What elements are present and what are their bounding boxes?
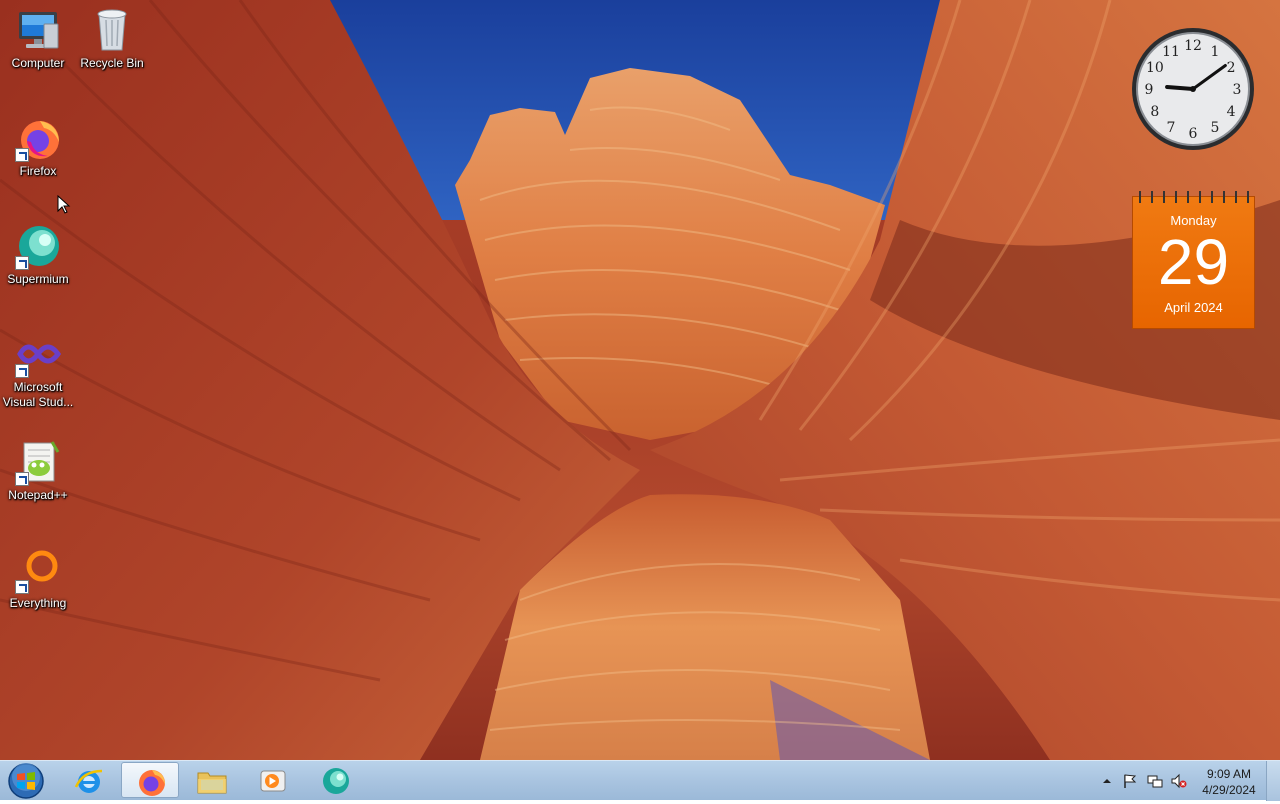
desktop-icon-label: Firefox — [19, 164, 57, 178]
mouse-cursor-icon — [57, 195, 71, 214]
taskbar-date: 4/29/2024 — [1202, 783, 1256, 797]
windows-logo-icon — [8, 763, 44, 799]
desktop-icon-label: Recycle Bin — [80, 56, 144, 70]
desktop-icon-label: Computer — [11, 56, 65, 70]
folder-icon — [197, 772, 227, 794]
visual-studio-icon — [14, 330, 62, 378]
clock-numeral: 1 — [1211, 44, 1220, 60]
calendar-month-year: April 2024 — [1164, 300, 1223, 315]
analog-clock-face: 12 12 3 45678 9 1011 — [1132, 28, 1254, 150]
recycle-bin-icon — [88, 6, 136, 54]
clock-numeral: 8 — [1150, 104, 1159, 120]
taskbar-clock[interactable]: 9:09 AM 4/29/2024 — [1196, 766, 1262, 798]
taskbar-firefox[interactable] — [121, 762, 179, 798]
clock-gadget[interactable]: 12 1 2 3 4 5 6 7 8 9 10 11 — [1130, 26, 1256, 152]
taskbar: 9:09 AM 4/29/2024 — [0, 760, 1280, 801]
shortcut-arrow-icon — [15, 472, 29, 486]
clock-numeral: 11 — [1162, 44, 1180, 60]
desktop-wallpaper — [0, 0, 1280, 760]
calendar-day-number: 29 — [1157, 226, 1230, 298]
desktop-icon-everything[interactable]: Everything — [0, 546, 76, 611]
taskbar-time: 9:09 AM — [1206, 767, 1252, 781]
taskbar-media-player[interactable] — [244, 762, 302, 798]
clock-numeral: 4 — [1227, 104, 1236, 120]
supermium-icon — [323, 768, 349, 794]
show-hidden-icons-icon[interactable] — [1099, 773, 1115, 789]
clock-numeral: 2 — [1227, 60, 1236, 76]
notepadpp-icon — [14, 438, 62, 486]
ie-icon — [74, 769, 103, 793]
computer-icon — [14, 6, 62, 54]
calendar-rings — [1133, 191, 1254, 203]
desktop-icon-computer[interactable]: Computer — [0, 6, 76, 71]
supermium-icon — [14, 222, 62, 270]
desktop-icon-supermium[interactable]: Supermium — [0, 222, 76, 287]
taskbar-file-explorer[interactable] — [183, 762, 241, 798]
clock-numeral: 9 — [1145, 82, 1154, 98]
desktop-icon-visual-studio[interactable]: Microsoft Visual Stud... — [0, 330, 76, 410]
desktop-icon-label: Everything — [9, 596, 67, 610]
desktop-icon-label: Microsoft Visual Stud... — [2, 380, 74, 409]
action-center-flag-icon[interactable] — [1122, 773, 1138, 789]
volume-muted-icon[interactable] — [1171, 773, 1187, 789]
shortcut-arrow-icon — [15, 580, 29, 594]
taskbar-internet-explorer[interactable] — [60, 762, 118, 798]
taskbar-supermium[interactable] — [307, 762, 365, 798]
clock-numeral: 5 — [1211, 120, 1220, 136]
clock-numeral: 6 — [1189, 126, 1198, 142]
everything-icon — [14, 546, 62, 594]
desktop-icon-label: Supermium — [7, 272, 69, 286]
desktop-icon-notepadpp[interactable]: Notepad++ — [0, 438, 76, 503]
desktop-icon-label: Notepad++ — [8, 488, 68, 502]
clock-numeral: 12 — [1184, 38, 1202, 54]
clock-numeral: 10 — [1146, 60, 1164, 76]
media-player-icon — [260, 770, 286, 792]
calendar-gadget[interactable]: Monday 29 April 2024 — [1132, 191, 1255, 329]
clock-numeral: 7 — [1167, 120, 1176, 136]
desktop-icon-firefox[interactable]: Firefox — [0, 114, 76, 179]
clock-hour-hand — [1165, 84, 1195, 91]
clock-numeral: 3 — [1233, 82, 1242, 98]
shortcut-arrow-icon — [15, 148, 29, 162]
network-icon[interactable] — [1147, 773, 1163, 789]
firefox-icon — [139, 770, 165, 796]
show-desktop-button[interactable] — [1266, 761, 1280, 801]
start-button[interactable] — [4, 762, 48, 800]
desktop-icon-recycle-bin[interactable]: Recycle Bin — [74, 6, 150, 71]
shortcut-arrow-icon — [15, 364, 29, 378]
shortcut-arrow-icon — [15, 256, 29, 270]
firefox-icon — [14, 114, 62, 162]
